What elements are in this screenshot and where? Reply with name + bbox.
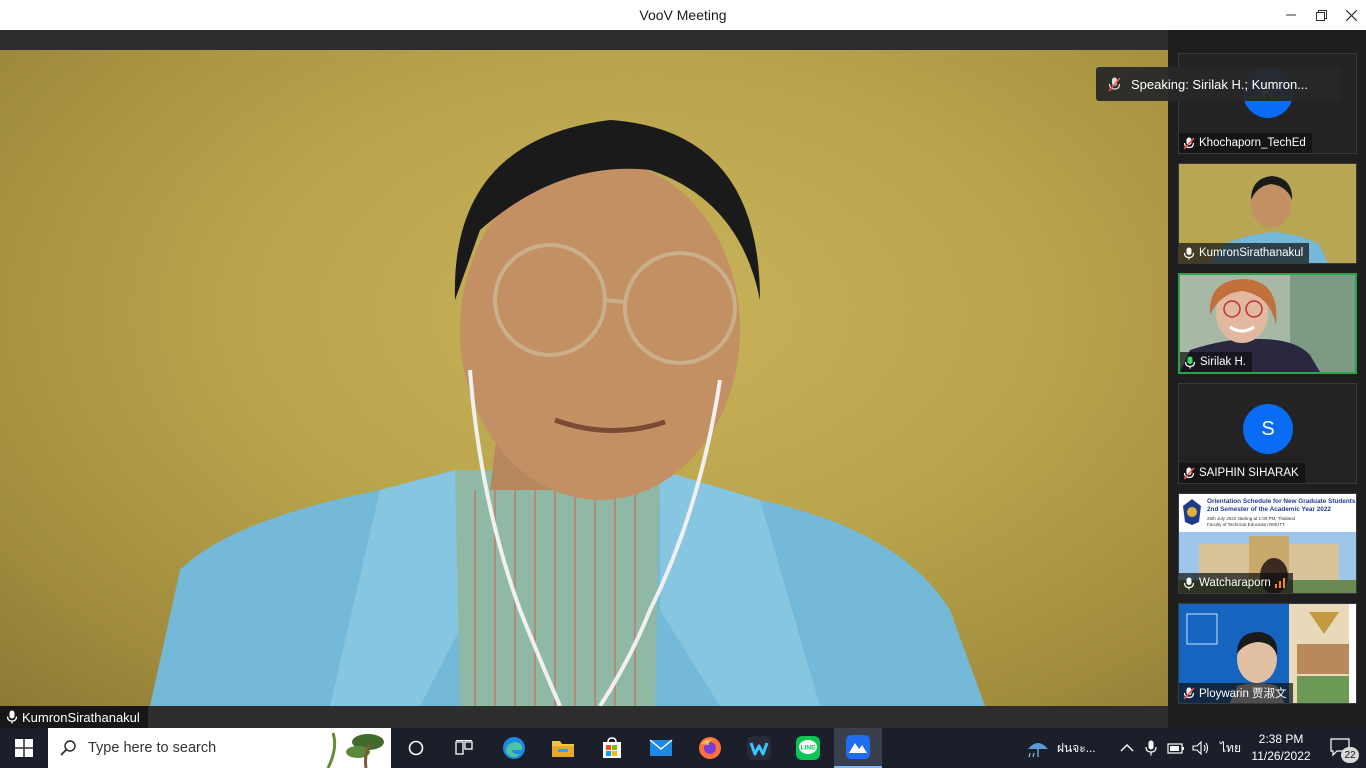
voov-meeting-icon	[846, 735, 870, 759]
svg-text:LINE: LINE	[801, 745, 816, 752]
task-view-button[interactable]	[440, 728, 488, 768]
muted-microphone-icon	[1108, 76, 1121, 92]
microphone-tray-button[interactable]	[1145, 728, 1157, 768]
taskbar-app-line[interactable]: LINE	[784, 728, 832, 768]
participant-tile[interactable]: Orientation Schedule for New Graduate St…	[1178, 493, 1357, 594]
microphone-icon	[1145, 740, 1157, 756]
speaker-volume-icon	[1192, 741, 1209, 755]
participant-name: Watcharaporn	[1199, 577, 1271, 589]
participant-name: SAIPHIN SIHARAK	[1199, 467, 1299, 479]
muted-microphone-icon	[1183, 466, 1195, 480]
participant-tile[interactable]: S SAIPHIN SIHARAK	[1178, 383, 1357, 484]
window-title: VooV Meeting	[639, 7, 727, 23]
windows-taskbar: Type here to search LINE ฝนจะ... ไทย 2:3…	[0, 728, 1366, 768]
battery-plug-icon	[1167, 743, 1184, 754]
search-highlight-illustration	[326, 732, 384, 768]
close-icon	[1345, 9, 1357, 21]
participant-name-tag: Ploywarin 贾淑文	[1179, 683, 1293, 703]
taskbar-app-voov-meeting[interactable]	[834, 728, 882, 768]
firefox-icon	[699, 737, 721, 759]
store-icon	[603, 737, 621, 758]
taskbar-clock[interactable]: 2:38 PM 11/26/2022	[1248, 731, 1314, 765]
start-button[interactable]	[0, 728, 48, 768]
language-text: ไทย	[1220, 740, 1241, 755]
microphone-icon	[6, 710, 18, 724]
close-button[interactable]	[1336, 0, 1366, 30]
main-speaker-video[interactable]	[0, 50, 1168, 706]
main-video-area: KumronSirathanakul	[0, 30, 1168, 728]
participant-name-tag: Watcharaporn	[1179, 573, 1293, 593]
participant-name: Ploywarin 贾淑文	[1199, 688, 1287, 700]
slide-title: Orientation Schedule for New Graduate St…	[1207, 498, 1356, 505]
muted-microphone-icon	[1183, 136, 1195, 150]
minimize-button[interactable]	[1276, 0, 1306, 30]
weather-widget[interactable]: ฝนจะ...	[1025, 728, 1096, 768]
participant-name: KumronSirathanakul	[1199, 247, 1304, 259]
taskbar-app-webex[interactable]	[735, 728, 783, 768]
taskbar-app-store[interactable]	[588, 728, 636, 768]
task-view-icon	[455, 740, 473, 755]
slide-faculty: Faculty of Technical Education RMUTT	[1207, 522, 1285, 527]
cortana-button[interactable]	[392, 728, 440, 768]
speaking-text: Speaking: Sirilak H.; Kumron...	[1131, 76, 1309, 92]
folder-icon	[552, 741, 574, 757]
notification-count-badge: 22	[1341, 747, 1359, 763]
audio-level-icon	[1274, 578, 1285, 588]
show-hidden-icons-button[interactable]	[1120, 728, 1134, 768]
microphone-icon	[1183, 247, 1195, 259]
title-bar: VooV Meeting	[0, 0, 1366, 30]
bottom-strip	[0, 706, 1168, 728]
webex-icon	[747, 736, 771, 760]
volume-tray-button[interactable]	[1192, 728, 1210, 768]
participant-name-tag: Khochaporn_TechEd	[1179, 133, 1312, 153]
participant-name-tag: SAIPHIN SIHARAK	[1179, 463, 1305, 483]
chevron-up-icon	[1120, 744, 1134, 752]
taskbar-app-edge[interactable]	[490, 728, 538, 768]
edge-browser-icon	[503, 737, 525, 759]
cortana-icon	[408, 740, 424, 756]
search-placeholder: Type here to search	[88, 740, 217, 756]
main-speaker-name: KumronSirathanakul	[22, 709, 140, 725]
university-logo-icon	[1181, 498, 1203, 526]
restore-button[interactable]	[1306, 0, 1336, 30]
participant-sidebar: K Khochaporn_TechEd KumronSirathanakul	[1168, 30, 1366, 728]
slide-date: 26th July 2022 starting at 1:00 PM, Thai…	[1207, 516, 1295, 521]
microphone-active-icon	[1184, 356, 1196, 368]
windows-logo-icon	[15, 739, 33, 757]
restore-icon	[1315, 9, 1327, 21]
taskbar-app-mail[interactable]	[637, 728, 685, 768]
muted-microphone-icon	[1183, 686, 1195, 700]
main-speaker-name-tag: KumronSirathanakul	[0, 706, 148, 728]
speaking-indicator: Speaking: Sirilak H.; Kumron...	[1096, 67, 1340, 101]
taskbar-app-file-explorer[interactable]	[539, 728, 587, 768]
rain-umbrella-icon	[1028, 743, 1048, 758]
participant-tile-active[interactable]: Sirilak H.	[1178, 273, 1357, 374]
weather-text: ฝนจะ...	[1057, 740, 1096, 755]
participant-name-tag: KumronSirathanakul	[1179, 243, 1310, 263]
search-icon	[60, 740, 76, 756]
notifications-button[interactable]: 22	[1322, 728, 1360, 768]
microphone-icon	[1183, 577, 1195, 589]
clock-date: 11/26/2022	[1251, 749, 1311, 763]
participant-name-tag: Sirilak H.	[1180, 352, 1253, 372]
slide-subtitle: 2nd Semester of the Academic Year 2022	[1207, 506, 1331, 513]
top-strip	[0, 30, 1168, 50]
participant-avatar: S	[1243, 404, 1293, 454]
clock-time: 2:38 PM	[1258, 732, 1304, 746]
participant-tile[interactable]: KumronSirathanakul	[1178, 163, 1357, 264]
participant-name: Sirilak H.	[1200, 356, 1247, 368]
participant-tile[interactable]: Ploywarin 贾淑文	[1178, 603, 1357, 704]
mail-icon	[649, 739, 673, 756]
taskbar-search-box[interactable]: Type here to search	[48, 728, 391, 768]
battery-tray-button[interactable]	[1167, 728, 1185, 768]
speaker-video-illustration	[150, 120, 985, 706]
taskbar-app-firefox[interactable]	[686, 728, 734, 768]
line-app-icon: LINE	[796, 736, 820, 760]
participant-name: Khochaporn_TechEd	[1199, 137, 1306, 149]
minimize-icon	[1286, 14, 1296, 16]
language-indicator[interactable]: ไทย	[1220, 728, 1241, 768]
